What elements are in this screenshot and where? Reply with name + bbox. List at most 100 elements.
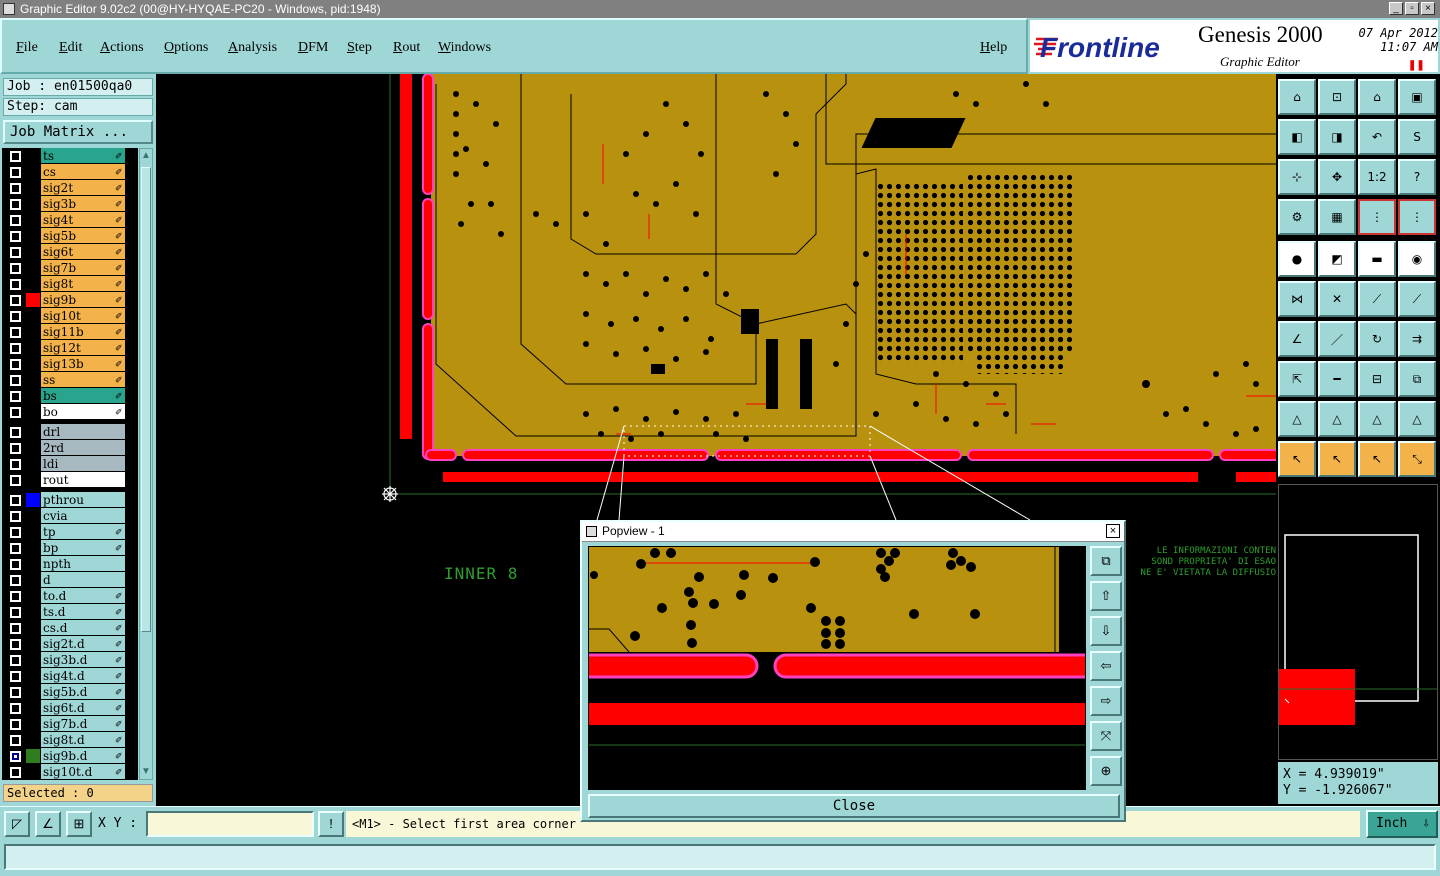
layer-name[interactable]: rout <box>41 472 125 488</box>
overview-map[interactable] <box>1278 484 1438 760</box>
layer-color-swatch[interactable] <box>26 149 40 163</box>
layer-name[interactable]: sig3b.d <box>41 652 125 668</box>
undo-zoom-icon[interactable]: ↶ <box>1358 119 1396 155</box>
layer-name[interactable]: sig4t.d <box>41 668 125 684</box>
popview-zoom-icon[interactable]: ⧉ <box>1090 546 1122 576</box>
layer-checkbox[interactable] <box>10 655 21 666</box>
layer-name[interactable]: sig7b.d <box>41 716 125 732</box>
layer-checkbox[interactable] <box>10 607 21 618</box>
layer-color-swatch[interactable] <box>26 277 40 291</box>
layer-checkbox[interactable] <box>10 575 21 586</box>
layer-name[interactable]: pthrou <box>41 492 125 508</box>
layer-checkbox[interactable] <box>10 427 21 438</box>
layer-color-swatch[interactable] <box>26 621 40 635</box>
info-icon[interactable]: ! <box>318 811 344 837</box>
layer-name[interactable]: d <box>41 572 125 588</box>
layer-name[interactable]: ts <box>41 148 125 164</box>
layer-row-sig7b[interactable]: sig7b ✐ <box>2 260 138 276</box>
scroll-up-icon[interactable]: ▲ <box>141 150 151 162</box>
menu-rout[interactable]: Rout <box>393 40 420 56</box>
layer-row-sig3b-d[interactable]: sig3b.d ✐ <box>2 652 138 668</box>
layer-color-swatch[interactable] <box>26 509 40 523</box>
tri-line-icon[interactable]: △ <box>1318 401 1356 437</box>
layer-checkbox[interactable] <box>10 279 21 290</box>
layer-color-swatch[interactable] <box>26 197 40 211</box>
menu-dfm[interactable]: DFM <box>298 40 328 56</box>
menu-help[interactable]: Help <box>980 40 1007 56</box>
layer-checkbox[interactable] <box>10 719 21 730</box>
fit-width-icon[interactable]: ⊟ <box>1358 361 1396 397</box>
layer-row-sig9b[interactable]: sig9b ✐ <box>2 292 138 308</box>
maximize-button[interactable]: ▫ <box>1405 2 1419 15</box>
snap-icon[interactable]: ◸ <box>4 811 30 837</box>
layer-row-pthrou[interactable]: pthrou <box>2 492 138 508</box>
layer-checkbox[interactable] <box>10 343 21 354</box>
layer-checkbox[interactable] <box>10 527 21 538</box>
layer-color-swatch[interactable] <box>26 341 40 355</box>
layer-checkbox[interactable] <box>10 687 21 698</box>
add-pad-icon[interactable]: ⟋ <box>1398 281 1436 317</box>
layer-name[interactable]: ts.d <box>41 604 125 620</box>
command-line[interactable] <box>4 844 1436 870</box>
tri-pad-icon[interactable]: △ <box>1398 401 1436 437</box>
layer-row-2rd[interactable]: 2rd <box>2 440 138 456</box>
layer-name[interactable]: ldi <box>41 456 125 472</box>
arc-icon[interactable]: ↻ <box>1358 321 1396 357</box>
layer-color-swatch[interactable] <box>26 181 40 195</box>
move-icon[interactable]: ⇱ <box>1278 361 1316 397</box>
layer-color-swatch[interactable] <box>26 213 40 227</box>
pan-left-icon[interactable]: ◧ <box>1278 119 1316 155</box>
copy-icon[interactable]: ⧉ <box>1398 361 1436 397</box>
menu-windows[interactable]: Windows <box>438 40 491 56</box>
menu-actions[interactable]: Actions <box>100 40 144 56</box>
layer-row-sig13b[interactable]: sig13b ✐ <box>2 356 138 372</box>
ruler-icon[interactable]: ▬ <box>1358 241 1396 277</box>
layer-name[interactable]: bs <box>41 388 125 404</box>
popview-close-icon[interactable]: × <box>1106 524 1120 538</box>
layer-checkbox[interactable] <box>10 459 21 470</box>
home-icon[interactable]: ⌂ <box>1278 79 1316 115</box>
layer-checkbox[interactable] <box>10 751 21 762</box>
layer-color-swatch[interactable] <box>26 373 40 387</box>
layer-checkbox[interactable] <box>10 407 21 418</box>
layer-name[interactable]: sig8t.d <box>41 732 125 748</box>
layer-row-to-d[interactable]: to.d ✐ <box>2 588 138 604</box>
layer-row-ts-d[interactable]: ts.d ✐ <box>2 604 138 620</box>
layer-name[interactable]: sig12t <box>41 340 125 356</box>
layer-color-swatch[interactable] <box>26 405 40 419</box>
popview-canvas[interactable] <box>588 546 1086 790</box>
layer-name[interactable]: bo <box>41 404 125 420</box>
layer-checkbox[interactable] <box>10 511 21 522</box>
layer-row-drl[interactable]: drl <box>2 424 138 440</box>
triangle-icon[interactable]: △ <box>1278 401 1316 437</box>
layer-color-swatch[interactable] <box>26 717 40 731</box>
scroll-down-icon[interactable]: ▼ <box>141 766 151 778</box>
popview-pan-right-icon[interactable]: ⇨ <box>1090 686 1122 716</box>
cross-icon[interactable]: ✕ <box>1318 281 1356 317</box>
layer-color-swatch[interactable] <box>26 637 40 651</box>
menu-analysis[interactable]: Analysis <box>228 40 277 56</box>
layer-name[interactable]: sig4t <box>41 212 125 228</box>
select-icon[interactable]: ↖ <box>1278 441 1316 477</box>
layer-checkbox[interactable] <box>10 231 21 242</box>
layer-row-sig3b[interactable]: sig3b ✐ <box>2 196 138 212</box>
grid-snap-icon[interactable]: ⊞ <box>66 811 92 837</box>
layer-name[interactable]: sig6t <box>41 244 125 260</box>
layer-color-swatch[interactable] <box>26 165 40 179</box>
layer-row-cs[interactable]: cs ✐ <box>2 164 138 180</box>
layer-row-sig10t[interactable]: sig10t ✐ <box>2 308 138 324</box>
layer-name[interactable]: sig10t.d <box>41 764 125 780</box>
layer-row-sig5b-d[interactable]: sig5b.d ✐ <box>2 684 138 700</box>
angle-icon[interactable]: ∠ <box>35 811 61 837</box>
layer-checkbox[interactable] <box>10 311 21 322</box>
dot-icon[interactable]: ◉ <box>1398 241 1436 277</box>
minus-icon[interactable]: ━ <box>1318 361 1356 397</box>
layer-row-tp[interactable]: tp ✐ <box>2 524 138 540</box>
layer-checkbox[interactable] <box>10 591 21 602</box>
layer-row-npth[interactable]: npth <box>2 556 138 572</box>
layer-checkbox[interactable] <box>10 327 21 338</box>
layer-name[interactable]: sig8t <box>41 276 125 292</box>
layer-row-sig4t[interactable]: sig4t ✐ <box>2 212 138 228</box>
layer-checkbox[interactable] <box>10 559 21 570</box>
layer-name[interactable]: ss <box>41 372 125 388</box>
